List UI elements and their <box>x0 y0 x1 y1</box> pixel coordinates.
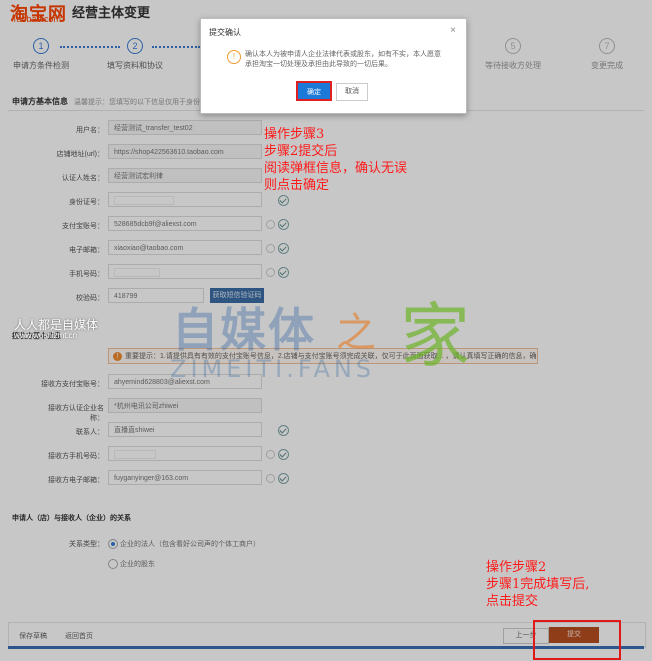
annotation-step3: 操作步骤3 步骤2提交后 阅读弹框信息，确认无误 则点击确定 <box>264 126 407 194</box>
annotation-line: 操作步骤2 <box>486 560 547 575</box>
annotation-line: 点击提交 <box>486 594 539 609</box>
annotation-line: 则点击确定 <box>264 178 330 193</box>
watermark-url: www.woshizmt.cn <box>14 331 78 340</box>
confirm-label: 确定 <box>307 89 321 96</box>
dialog-message: 确认本人为被申请人企业法律代表或股东，如有不实，本人愿意承担淘宝一切处理及承担由… <box>245 51 441 68</box>
dialog-title: 提交确认 <box>209 28 241 37</box>
highlight-box-submit <box>533 620 621 660</box>
cancel-button[interactable]: 取消 <box>336 83 368 101</box>
watermark-logo: ZIMEITI.FANS <box>170 355 376 383</box>
annotation-line: 步骤1完成填写后, <box>486 577 590 592</box>
close-icon[interactable]: × <box>450 25 456 36</box>
annotation-line: 步骤2提交后 <box>264 144 338 159</box>
watermark-logo: 家 <box>400 295 470 377</box>
annotation-line: 阅读弹框信息，确认无误 <box>264 161 408 176</box>
watermark-logo: 自媒体 <box>172 303 316 357</box>
annotation-step2: 操作步骤2 步骤1完成填写后, 点击提交 <box>486 559 589 610</box>
confirm-button[interactable]: 确定 <box>296 81 332 101</box>
confirm-dialog: 提交确认 × ! 确认本人为被申请人企业法律代表或股东，如有不实，本人愿意承担淘… <box>200 18 467 114</box>
watermark-logo: 之 <box>336 310 376 356</box>
page: 淘宝网 Taobao.com 经营主体变更 1 申请方条件检测 2 填写资料和协… <box>0 0 652 661</box>
annotation-line: 操作步骤3 <box>264 127 325 142</box>
warning-icon: ! <box>227 50 241 64</box>
